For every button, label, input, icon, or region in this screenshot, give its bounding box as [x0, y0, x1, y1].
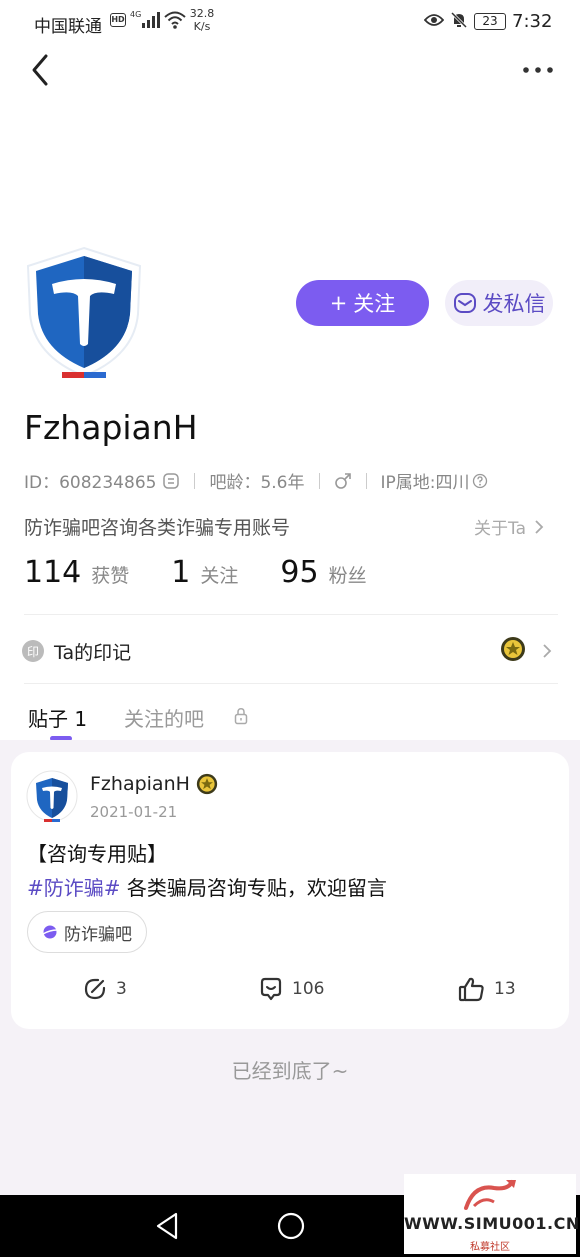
post-hashtag[interactable]: #防诈骗#	[27, 876, 121, 900]
carrier-label: 中国联通	[34, 17, 102, 37]
tab-posts[interactable]: 贴子 1	[28, 703, 87, 732]
stat-likes-label: 获赞	[91, 565, 130, 587]
male-icon	[334, 472, 351, 489]
watermark-logo-icon	[464, 1180, 516, 1210]
post-author-name: FzhapianH	[90, 773, 190, 795]
chevron-right-icon	[535, 519, 544, 534]
divider	[24, 614, 558, 615]
watermark-subtext: 私募社区	[470, 1242, 510, 1253]
more-dots-icon[interactable]	[520, 58, 556, 82]
nav-back-icon[interactable]	[154, 1211, 180, 1241]
post-body: #防诈骗# 各类骗局咨询专贴，欢迎留言	[27, 872, 387, 901]
copy-icon[interactable]	[162, 472, 180, 490]
share-count: 3	[116, 979, 127, 999]
ip-location: IP属地:四川	[380, 473, 470, 493]
plus-icon: +	[329, 291, 348, 315]
thumbs-up-icon	[458, 977, 484, 1002]
like-button[interactable]: 13	[458, 976, 516, 1002]
speed-value: 32.8	[189, 7, 215, 20]
bar-chip[interactable]: 防诈骗吧	[27, 911, 147, 953]
post-author-avatar[interactable]	[26, 770, 78, 824]
nav-home-icon[interactable]	[276, 1211, 306, 1241]
divider	[318, 472, 320, 489]
eye-icon	[424, 14, 444, 26]
avatar[interactable]	[22, 244, 146, 384]
stat-following-number: 1	[171, 555, 191, 590]
stat-following[interactable]: 1 关注	[171, 555, 238, 590]
bar-chip-label: 防诈骗吧	[64, 924, 132, 945]
speed-unit: K/s	[193, 20, 211, 33]
status-bar: 中国联通 HD 4G 32.8 K/s 23 7:32	[0, 0, 580, 44]
stat-fans-label: 粉丝	[328, 565, 367, 587]
lock-icon	[234, 708, 248, 725]
follow-button[interactable]: + 关注	[296, 280, 429, 326]
watermark-text: WWW.SIMU001.CN	[404, 1214, 580, 1233]
divider	[24, 683, 558, 684]
post-author[interactable]: FzhapianH	[90, 773, 218, 795]
back-chevron-icon[interactable]	[26, 52, 56, 88]
like-count: 13	[494, 979, 516, 999]
network-type-label: 4G	[130, 10, 142, 19]
message-label: 发私信	[482, 292, 546, 316]
post-title: 【咨询专用贴】	[27, 842, 167, 866]
divider	[365, 472, 367, 489]
wifi-icon	[164, 11, 186, 29]
signal-icon	[142, 12, 160, 28]
seal-row[interactable]: 印 Ta的印记	[22, 636, 558, 666]
follow-label: 关注	[353, 292, 396, 316]
clock: 7:32	[512, 11, 553, 32]
post-date: 2021-01-21	[90, 803, 178, 821]
planet-icon	[42, 925, 58, 939]
share-icon	[84, 978, 106, 1000]
comment-button[interactable]: 106	[258, 976, 324, 1002]
stat-fans-number: 95	[280, 555, 319, 590]
stat-likes[interactable]: 114 获赞	[24, 555, 129, 590]
network-speed: 32.8 K/s	[188, 7, 216, 33]
post-text: 各类骗局咨询专贴，欢迎留言	[120, 876, 387, 900]
stat-fans[interactable]: 95 粉丝	[280, 555, 366, 590]
stat-following-label: 关注	[200, 565, 239, 587]
profile-username: FzhapianH	[24, 408, 198, 447]
share-button[interactable]: 3	[82, 976, 127, 1002]
user-id: ID：608234865	[24, 473, 157, 493]
profile-stats: 114 获赞 1 关注 95 粉丝	[24, 555, 367, 590]
seal-label: Ta的印记	[54, 641, 132, 664]
tab-followed-bars[interactable]: 关注的吧	[124, 703, 204, 732]
battery-level: 23	[474, 13, 506, 30]
profile-bio: 防诈骗吧咨询各类诈骗专用账号	[24, 517, 291, 539]
seal-badge-icon: 印	[22, 640, 44, 662]
envelope-icon	[453, 293, 476, 313]
comment-icon	[260, 977, 282, 1001]
divider	[194, 472, 196, 489]
bar-age: 吧龄：5.6年	[209, 473, 305, 493]
chevron-right-icon	[543, 644, 552, 658]
about-link[interactable]: 关于Ta	[474, 514, 544, 539]
message-button[interactable]: 发私信	[445, 280, 553, 326]
end-of-list-text: 已经到底了~	[231, 1059, 349, 1083]
hd-icon: HD	[110, 13, 126, 27]
help-icon[interactable]	[472, 473, 488, 489]
medal-icon	[196, 773, 218, 795]
about-label: 关于Ta	[474, 519, 526, 539]
comment-count: 106	[292, 979, 325, 999]
stat-likes-number: 114	[24, 555, 82, 590]
profile-meta: ID：608234865 吧龄：5.6年 IP属地:四川	[24, 468, 488, 493]
medal-icon	[501, 637, 525, 661]
bell-muted-icon	[450, 11, 468, 29]
